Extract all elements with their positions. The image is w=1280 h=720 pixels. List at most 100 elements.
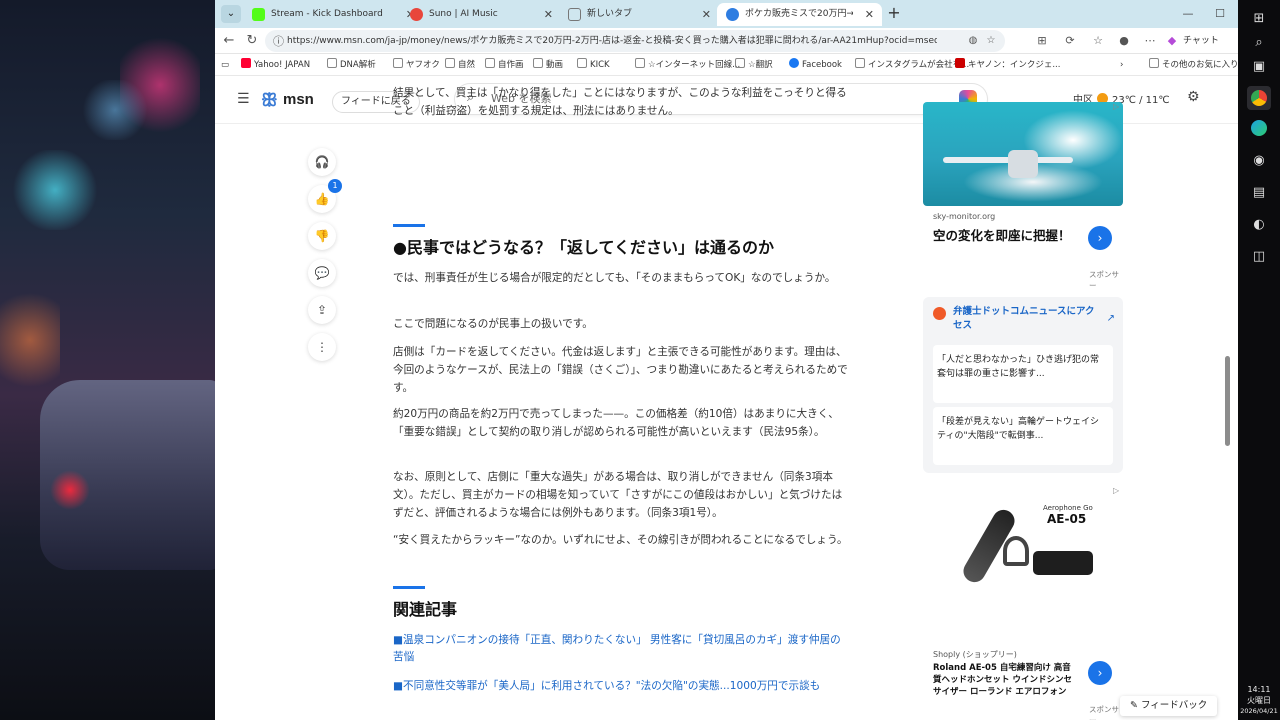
feedback-icon: ✎ xyxy=(1130,700,1141,711)
refresh-ext-icon[interactable]: ⟳ xyxy=(1061,32,1079,50)
tab-strip: ⌄ Stream - Kick Dashboard ✕ Suno | AI Mu… xyxy=(215,0,1238,28)
app-icon[interactable]: ◐ xyxy=(1247,212,1271,236)
bookmark-artwork[interactable]: 自作画 xyxy=(485,54,524,76)
bookmark-video[interactable]: 動画 xyxy=(533,54,563,76)
article-paragraph: では、刑事責任が生じる場合が限定的だとしても、「そのままもらってOK」なのでしょ… xyxy=(393,272,836,284)
kick-favicon xyxy=(252,8,265,21)
more-menu-icon[interactable]: ⋯ xyxy=(1141,32,1159,50)
chevron-right-icon[interactable]: › xyxy=(1120,54,1123,76)
bookmark-nature[interactable]: 自然 xyxy=(445,54,475,76)
search-icon[interactable]: ⌕ xyxy=(1247,30,1271,54)
close-icon[interactable]: ✕ xyxy=(865,3,874,26)
tab-msn-article[interactable]: ポケカ販売ミスで20万円→2万円、返却 ✕ xyxy=(717,3,882,26)
like-count-badge: 1 xyxy=(328,179,342,193)
msn-page: ☰ ꕥ msn フィードに戻る ⌕ Web を検索 中区 23℃ / 11℃ ⚙ … xyxy=(215,76,1238,720)
bookmark-dna[interactable]: DNA解析 xyxy=(327,54,376,76)
scrollbar[interactable] xyxy=(1223,124,1231,720)
tab-kick[interactable]: Stream - Kick Dashboard ✕ xyxy=(243,3,423,26)
bookmark-yahoo[interactable]: Yahoo! JAPAN xyxy=(241,54,310,76)
close-icon[interactable]: ✕ xyxy=(702,3,711,26)
bookmark-yahuoku[interactable]: ヤフオク xyxy=(393,54,440,76)
desktop-wallpaper xyxy=(0,0,215,720)
article-paragraph: なお、原則として、店側に「重大な過失」がある場合は、取り消しができません（同条3… xyxy=(393,471,843,519)
article-paragraph: “安く買えたからラッキー”なのか。いずれにせよ、その線引きが問われることになるで… xyxy=(393,534,848,546)
adchoices-icon[interactable]: ▷ xyxy=(1113,486,1119,495)
bookmark-translate[interactable]: ☆翻訳 xyxy=(735,54,773,76)
copilot-icon[interactable]: ◆ xyxy=(1163,32,1181,50)
bookmark-kick[interactable]: KICK xyxy=(577,54,610,76)
task-view-icon[interactable]: ▣ xyxy=(1247,54,1271,78)
more-options-button[interactable]: ⋮ xyxy=(308,333,336,361)
sponsor-label: スポンサー xyxy=(1089,270,1119,290)
file-icon[interactable]: ▤ xyxy=(1247,180,1271,204)
app-icon[interactable]: ◉ xyxy=(1247,148,1271,172)
collections-icon[interactable]: ☆ xyxy=(1089,32,1107,50)
favorite-star-icon[interactable]: ☆ xyxy=(983,33,999,49)
ad-arrow-button[interactable]: › xyxy=(1088,226,1112,250)
tab-suno[interactable]: Suno | AI Music ✕ xyxy=(401,3,561,26)
site-info-icon[interactable]: ⓘ xyxy=(273,33,284,49)
browser-toolbar: ← ↻ ⓘ https://www.msn.com/ja-jp/money/ne… xyxy=(215,28,1238,54)
related-articles-heading: 関連記事 xyxy=(393,600,458,619)
edge-icon[interactable] xyxy=(1247,116,1271,140)
dislike-button[interactable]: 👎 xyxy=(308,222,336,250)
provider-logo-icon xyxy=(933,307,946,320)
bookmark-icon-toggle[interactable]: ▭ xyxy=(221,54,229,76)
tab-new-tab[interactable]: 新しいタブ ✕ xyxy=(559,3,719,26)
ad-source: sky-monitor.org xyxy=(933,212,996,221)
related-article-link[interactable]: ■不同意性交等罪が「美人局」に利用されている？"法の欠陥"の実態...1000万… xyxy=(393,678,851,695)
back-button[interactable]: ← xyxy=(219,32,239,50)
new-tab-button[interactable]: + xyxy=(883,3,905,25)
suno-favicon xyxy=(410,8,423,21)
adchoices-icon[interactable]: ▷ xyxy=(1113,102,1119,111)
news-item[interactable]: 「人だと思わなかった」ひき逃げ犯の常套句は罪の重さに影響す... xyxy=(933,345,1113,403)
tab-search-button[interactable]: ⌄ xyxy=(221,5,241,23)
ad-title[interactable]: 空の変化を即座に把握！ xyxy=(933,226,1083,245)
profile-icon[interactable]: ● xyxy=(1115,32,1133,50)
address-bar[interactable]: ⓘ https://www.msn.com/ja-jp/money/news/ポ… xyxy=(265,30,1005,52)
close-icon[interactable]: ✕ xyxy=(544,3,553,26)
bookmark-instagram[interactable]: インスタグラムが会社を... xyxy=(855,54,969,76)
bookmarks-bar: ▭ Yahoo! JAPAN DNA解析 ヤフオク 自然 自作画 動画 KICK… xyxy=(215,54,1238,76)
new-tab-favicon xyxy=(568,8,581,21)
share-button[interactable]: ⇪ xyxy=(308,296,336,324)
provider-access-link[interactable]: 弁護士ドットコムニュースにアクセス xyxy=(953,305,1098,333)
news-provider-card: 弁護士ドットコムニュースにアクセス ↗ 「人だと思わなかった」ひき逃げ犯の常套句… xyxy=(923,297,1123,473)
ad-image-aerophone[interactable]: Aerophone Go AE-05 xyxy=(923,486,1123,596)
article-paragraph: 店側は「カードを返してください。代金は返します」と主張できる可能性があります。理… xyxy=(393,346,848,394)
msn-butterfly-icon: ꕥ xyxy=(261,90,278,111)
app-icon[interactable]: ◫ xyxy=(1247,244,1271,268)
hamburger-menu-icon[interactable]: ☰ xyxy=(237,91,250,107)
maximize-button[interactable]: ☐ xyxy=(1202,0,1238,28)
ad-image-airplane[interactable] xyxy=(923,102,1123,206)
like-button[interactable]: 👍 1 xyxy=(308,179,342,213)
gear-icon[interactable]: ⚙ xyxy=(1187,89,1200,105)
chrome-icon[interactable] xyxy=(1247,86,1271,110)
bookmark-internet[interactable]: ☆インターネット回線... xyxy=(635,54,740,76)
windows-start-icon[interactable]: ⊞ xyxy=(1247,6,1271,30)
chat-button[interactable]: チャット xyxy=(1183,33,1219,46)
bookmark-canon[interactable]: キヤノン：インクジェ... xyxy=(955,54,1060,76)
feedback-button[interactable]: ✎ フィードバック xyxy=(1120,696,1218,716)
article-paragraph: 結果として、買主は「かなり得をした」ことにはなりますが、このような利益をこっそり… xyxy=(393,87,847,117)
msn-favicon xyxy=(726,8,739,21)
news-item[interactable]: 「段差が見えない」高輪ゲートウェイシティの"大階段"で転倒事... xyxy=(933,407,1113,465)
reload-button[interactable]: ↻ xyxy=(242,32,262,50)
ad-title[interactable]: Roland AE-05 自宅練習向け 高音質ヘッドホンセット ウインドシンセサ… xyxy=(933,662,1078,698)
heading-accent-bar xyxy=(393,586,425,589)
heading-accent-bar xyxy=(393,224,425,227)
translate-icon[interactable]: ◍ xyxy=(965,33,981,49)
extension-icon[interactable]: ⊞ xyxy=(1033,32,1051,50)
related-article-link[interactable]: ■温泉コンパニオンの接待「正直、関わりたくない」 男性客に「貸切風呂のカギ」渡す… xyxy=(393,632,851,666)
taskbar: ⊞ ⌕ ▣ ◉ ▤ ◐ ◫ 14:11 火曜日 2026/04/21 xyxy=(1238,0,1280,720)
minimize-button[interactable]: — xyxy=(1170,0,1206,28)
scrollbar-thumb[interactable] xyxy=(1225,356,1230,446)
listen-headphones-button[interactable]: 🎧 xyxy=(308,148,336,176)
system-clock[interactable]: 14:11 火曜日 2026/04/21 xyxy=(1238,684,1280,717)
sponsor-label: スポンサー xyxy=(1089,705,1119,720)
comment-button[interactable]: 💬 xyxy=(308,259,336,287)
external-link-icon[interactable]: ↗ xyxy=(1107,313,1115,324)
bookmark-facebook[interactable]: Facebook xyxy=(789,54,842,76)
other-bookmarks[interactable]: その他のお気に入り xyxy=(1149,54,1238,76)
ad-arrow-button[interactable]: › xyxy=(1088,661,1112,685)
